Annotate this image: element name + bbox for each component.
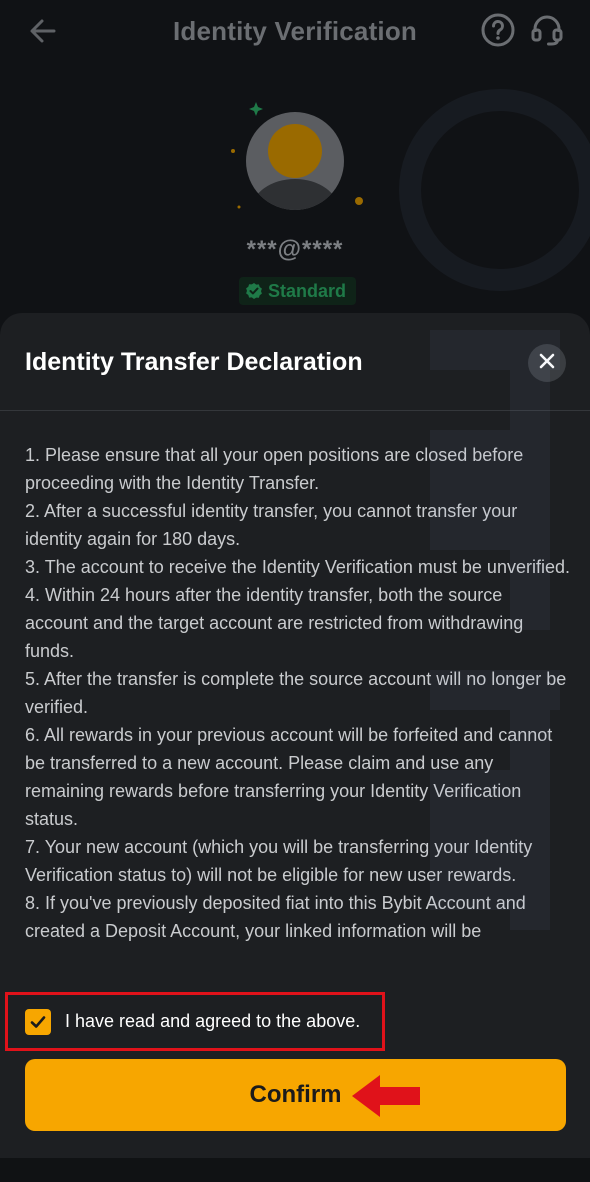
confirm-button[interactable]: Confirm <box>25 1059 566 1131</box>
system-navigation-bar <box>0 1158 590 1182</box>
terms-list[interactable]: 1. Please ensure that all your open posi… <box>25 441 570 981</box>
header-bar: Identity Verification <box>0 0 590 64</box>
close-icon <box>538 352 556 375</box>
agree-label: I have read and agreed to the above. <box>65 1011 361 1031</box>
term-item: 3. The account to receive the Identity V… <box>25 557 570 577</box>
term-item: 5. After the transfer is complete the so… <box>25 669 567 717</box>
sheet-title: Identity Transfer Declaration <box>25 348 363 376</box>
agree-checkbox-row[interactable]: I have read and agreed to the above. <box>5 992 385 1051</box>
agree-checkbox[interactable] <box>25 1008 51 1035</box>
help-icon[interactable] <box>480 12 516 48</box>
verification-badge: Standard <box>239 277 357 305</box>
avatar <box>225 95 365 215</box>
term-item: 2. After a successful identity transfer,… <box>25 501 518 549</box>
term-item: 4. Within 24 hours after the identity tr… <box>25 585 524 661</box>
badge-label: Standard <box>268 280 347 301</box>
account-username: ***@**** <box>246 236 344 263</box>
checkmark-icon <box>30 1015 46 1028</box>
divider <box>0 410 590 411</box>
red-arrow-annotation-icon <box>350 1073 422 1119</box>
shield-check-icon <box>245 282 263 300</box>
term-item: 1. Please ensure that all your open posi… <box>25 445 524 493</box>
declaration-bottom-sheet: Identity Transfer Declaration 1. Please … <box>0 313 590 1182</box>
close-button[interactable] <box>528 344 566 382</box>
term-item: 7. Your new account (which you will be t… <box>25 837 533 885</box>
term-item: 6. All rewards in your previous account … <box>25 725 553 829</box>
term-item: 8. If you've previously deposited fiat i… <box>25 893 526 941</box>
headset-support-icon[interactable] <box>529 12 565 48</box>
app-screen: Identity Verification ***@**** Standard … <box>0 0 590 1182</box>
